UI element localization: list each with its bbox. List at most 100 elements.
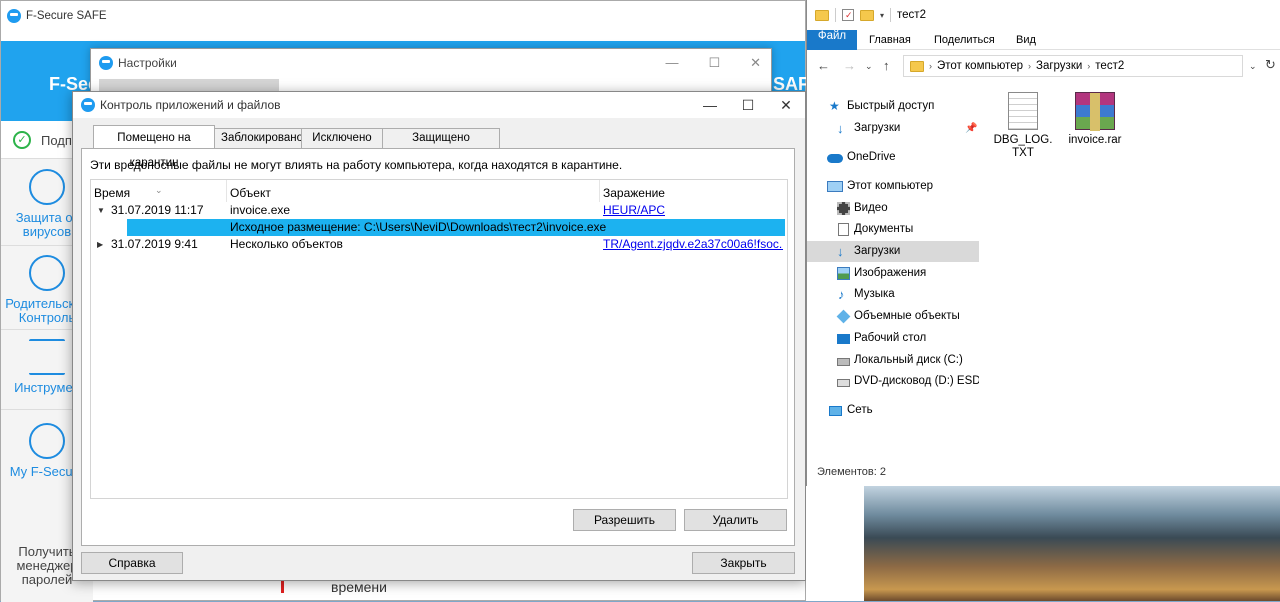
nav-label: Загрузки (854, 122, 901, 134)
address-breadcrumb[interactable]: › Этот компьютер › Загрузки › тест2 (903, 55, 1243, 77)
settings-window-controls: — ☐ ✕ (665, 55, 761, 71)
nav-label: Рабочий стол (854, 332, 927, 344)
maximize-icon[interactable]: ☐ (708, 55, 720, 71)
desktop-wallpaper (864, 486, 1280, 601)
sidebar-item-label: Инструмен (14, 380, 80, 395)
close-icon[interactable]: ✕ (767, 92, 805, 118)
divider (835, 8, 836, 22)
nav-item-documents[interactable]: Документы (807, 219, 979, 240)
breadcrumb-item[interactable]: Загрузки (1036, 60, 1082, 72)
bottom-text: времени (331, 579, 387, 595)
expand-arrow-icon[interactable]: ▶ (97, 236, 103, 253)
address-dropdown-icon[interactable]: ⌄ (1249, 61, 1257, 72)
column-label: Время (94, 186, 131, 200)
nav-item-network[interactable]: Сеть (807, 400, 979, 421)
nav-item-downloads[interactable]: ↓ Загрузки (807, 241, 979, 262)
document-icon (838, 223, 849, 236)
nav-item-this-pc[interactable]: Этот компьютер (807, 176, 979, 197)
collapse-arrow-icon[interactable]: ▼ (97, 202, 105, 219)
download-icon: ↓ (837, 244, 844, 259)
chevron-right-icon: › (1028, 61, 1031, 71)
file-item-invoice-rar[interactable]: invoice.rar (1063, 92, 1127, 147)
folder-icon (815, 9, 829, 21)
cloud-icon (827, 154, 843, 163)
properties-icon[interactable]: ✓ (842, 9, 854, 21)
column-header-object[interactable]: Объект (227, 180, 600, 202)
column-header-infection[interactable]: Заражение (600, 180, 785, 202)
column-header-time[interactable]: ⌄ Время (91, 180, 227, 202)
help-button[interactable]: Справка (81, 552, 183, 574)
ribbon-tab-view[interactable]: Вид (1004, 30, 1048, 50)
up-arrow-icon[interactable]: ↑ (883, 58, 890, 73)
pin-icon: 📌 (965, 123, 978, 134)
close-button[interactable]: Закрыть (692, 552, 795, 574)
nav-label: Загрузки (854, 245, 901, 257)
fsecure-title: F-Secure SAFE (26, 10, 107, 22)
sliders-icon (29, 339, 65, 375)
quarantine-table: ⌄ Время Объект Заражение ▼ 31.07.2019 11… (90, 179, 788, 499)
dvd-icon (837, 379, 850, 387)
archive-strap (1090, 93, 1100, 131)
cube-icon (836, 309, 851, 324)
ribbon-tab-home[interactable]: Главная (857, 30, 923, 50)
row-original-location: Исходное размещение: C:\Users\NeviD\Down… (230, 220, 607, 234)
address-bar-row: ← → ⌄ ↑ › Этот компьютер › Загрузки › те… (807, 52, 1280, 80)
row-infection-link[interactable]: HEUR/APC (603, 202, 665, 219)
back-arrow-icon[interactable]: ← (817, 58, 830, 73)
nav-item-downloads-pinned[interactable]: ↓ Загрузки 📌 (807, 118, 979, 139)
dialog-window-controls: — ☐ ✕ (691, 92, 805, 118)
folder-icon (910, 60, 924, 72)
quarantine-panel: Эти вредоносные файлы не могут влиять на… (81, 148, 795, 546)
allow-button[interactable]: Разрешить (573, 509, 676, 531)
sort-caret-icon: ⌄ (155, 185, 163, 195)
quick-access-dropdown-icon[interactable]: ▾ (880, 11, 884, 20)
recent-locations-icon[interactable]: ⌄ (865, 61, 873, 72)
nav-item-images[interactable]: Изображения (807, 263, 979, 284)
table-row[interactable]: ▶ 31.07.2019 9:41 Несколько объектов TR/… (91, 236, 787, 253)
nav-item-desktop[interactable]: Рабочий стол (807, 328, 979, 349)
nav-item-dvd-drive[interactable]: DVD-дисковод (D:) ESD-IS (807, 371, 979, 392)
explorer-title: тест2 (897, 9, 926, 21)
red-marker (281, 579, 284, 593)
tab-quarantined[interactable]: Помещено на карантин (93, 125, 215, 169)
nav-item-video[interactable]: Видео (807, 198, 979, 219)
file-item-dbg-log[interactable]: DBG_LOG.TXT (991, 92, 1055, 160)
refresh-icon[interactable]: ↻ (1265, 57, 1276, 73)
forward-arrow-icon[interactable]: → (843, 58, 856, 73)
rar-archive-icon (1075, 92, 1115, 131)
delete-button[interactable]: Удалить (684, 509, 787, 531)
row-infection-link[interactable]: TR/Agent.zjqdv.e2a37c00a6!fsoc... (603, 236, 783, 253)
breadcrumb-item[interactable]: Этот компьютер (937, 60, 1023, 72)
minimize-icon[interactable]: — (665, 55, 678, 71)
tab-excluded[interactable]: Исключено (301, 128, 383, 148)
nav-label: Изображения (854, 267, 927, 279)
close-icon[interactable]: ✕ (750, 55, 761, 71)
breadcrumb-item[interactable]: тест2 (1095, 60, 1124, 72)
nav-item-onedrive[interactable]: OneDrive (807, 147, 979, 168)
nav-item-music[interactable]: ♪ Музыка (807, 284, 979, 305)
row-time: 31.07.2019 9:41 (111, 237, 198, 251)
tab-blocked[interactable]: Заблокировано (214, 128, 303, 148)
explorer-titlebar: ✓ ▾ тест2 (807, 0, 1280, 30)
tab-protected[interactable]: Защищено (382, 128, 500, 148)
nav-item-quick-access[interactable]: ★ Быстрый доступ (807, 96, 979, 117)
nav-label: Объемные объекты (854, 310, 960, 322)
dialog-title: Контроль приложений и файлов (100, 98, 281, 112)
music-icon: ♪ (838, 287, 845, 302)
maximize-icon[interactable]: ☐ (729, 92, 767, 118)
cloud-globe-icon (29, 423, 65, 459)
nav-label: Музыка (854, 288, 895, 300)
table-row[interactable]: ▼ 31.07.2019 11:17 invoice.exe HEUR/APC (91, 202, 787, 219)
ribbon-tab-file[interactable]: Файл (807, 30, 857, 50)
table-row-detail[interactable]: Исходное размещение: C:\Users\NeviD\Down… (127, 219, 785, 236)
table-header: ⌄ Время Объект Заражение (91, 180, 787, 202)
divider (890, 8, 892, 22)
computer-icon (827, 181, 843, 192)
video-icon (837, 202, 850, 215)
minimize-icon[interactable]: — (691, 92, 729, 118)
nav-item-local-disk[interactable]: Локальный диск (C:) (807, 350, 979, 371)
ribbon-tab-share[interactable]: Поделиться (922, 30, 1007, 50)
nav-item-3d-objects[interactable]: Объемные объекты (807, 306, 979, 327)
nav-label: Локальный диск (C:) (854, 354, 963, 366)
new-folder-icon[interactable] (860, 9, 874, 21)
